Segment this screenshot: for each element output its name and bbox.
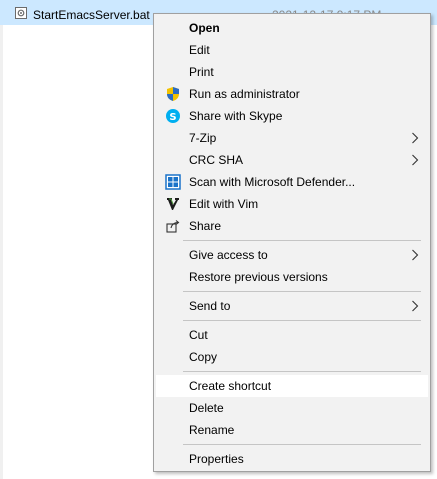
chevron-right-icon: [412, 132, 419, 144]
menu-item-label: Edit: [189, 43, 210, 57]
menu-item-label: Create shortcut: [189, 379, 272, 393]
menu-item-label: Send to: [189, 299, 231, 313]
menu-item-label: Run as administrator: [189, 87, 300, 101]
menu-item-label: Share: [189, 219, 222, 233]
menu-item-edit[interactable]: Edit: [156, 39, 428, 61]
menu-item-restore-previous-versions[interactable]: Restore previous versions: [156, 266, 428, 288]
share-icon: [166, 220, 180, 233]
menu-item-run-as-administrator[interactable]: Run as administrator: [156, 83, 428, 105]
menu-item-label: Copy: [189, 350, 218, 364]
menu-item-share[interactable]: Share: [156, 215, 428, 237]
menu-item-send-to[interactable]: Send to: [156, 295, 428, 317]
menu-item-create-shortcut[interactable]: Create shortcut: [156, 375, 428, 397]
menu-item-share-with-skype[interactable]: S Share with Skype: [156, 105, 428, 127]
menu-item-label: Open: [189, 21, 220, 35]
menu-item-give-access-to[interactable]: Give access to: [156, 244, 428, 266]
menu-item-label: Delete: [189, 401, 224, 415]
batch-file-icon: [15, 7, 27, 19]
menu-item-label: 7-Zip: [189, 131, 217, 145]
menu-item-label: Restore previous versions: [189, 270, 328, 284]
chevron-right-icon: [412, 154, 419, 166]
menu-item-label: Rename: [189, 423, 235, 437]
menu-item-label: Edit with Vim: [189, 197, 259, 211]
menu-item-label: CRC SHA: [189, 153, 244, 167]
menu-item-label: Share with Skype: [189, 109, 283, 123]
vim-icon: [167, 198, 179, 210]
chevron-right-icon: [412, 300, 419, 312]
menu-separator: [183, 371, 421, 372]
menu-separator: [183, 240, 421, 241]
shield-icon: [167, 87, 179, 101]
menu-item-cut[interactable]: Cut: [156, 324, 428, 346]
menu-item-delete[interactable]: Delete: [156, 397, 428, 419]
file-name: StartEmacsServer.bat: [33, 8, 150, 22]
menu-item-label: Cut: [189, 328, 208, 342]
menu-separator: [183, 320, 421, 321]
menu-item-label: Give access to: [189, 248, 268, 262]
menu-separator: [183, 444, 421, 445]
menu-item-open[interactable]: Open: [156, 17, 428, 39]
menu-item-label: Print: [189, 65, 214, 79]
menu-item-properties[interactable]: Properties: [156, 448, 428, 470]
menu-item-rename[interactable]: Rename: [156, 419, 428, 441]
menu-item-edit-with-vim[interactable]: Edit with Vim: [156, 193, 428, 215]
svg-text:S: S: [169, 112, 176, 123]
menu-item-scan-with-defender[interactable]: Scan with Microsoft Defender...: [156, 171, 428, 193]
menu-item-crc-sha[interactable]: CRC SHA: [156, 149, 428, 171]
menu-item-7zip[interactable]: 7-Zip: [156, 127, 428, 149]
menu-item-print[interactable]: Print: [156, 61, 428, 83]
chevron-right-icon: [412, 249, 419, 261]
menu-item-label: Scan with Microsoft Defender...: [189, 175, 356, 189]
skype-icon: S: [166, 109, 180, 123]
menu-item-label: Properties: [189, 452, 244, 466]
defender-icon: [165, 174, 181, 190]
context-menu: Open Edit Print Run as administrator S S…: [153, 13, 431, 472]
menu-separator: [183, 291, 421, 292]
explorer-left-edge: [0, 25, 3, 479]
menu-item-copy[interactable]: Copy: [156, 346, 428, 368]
